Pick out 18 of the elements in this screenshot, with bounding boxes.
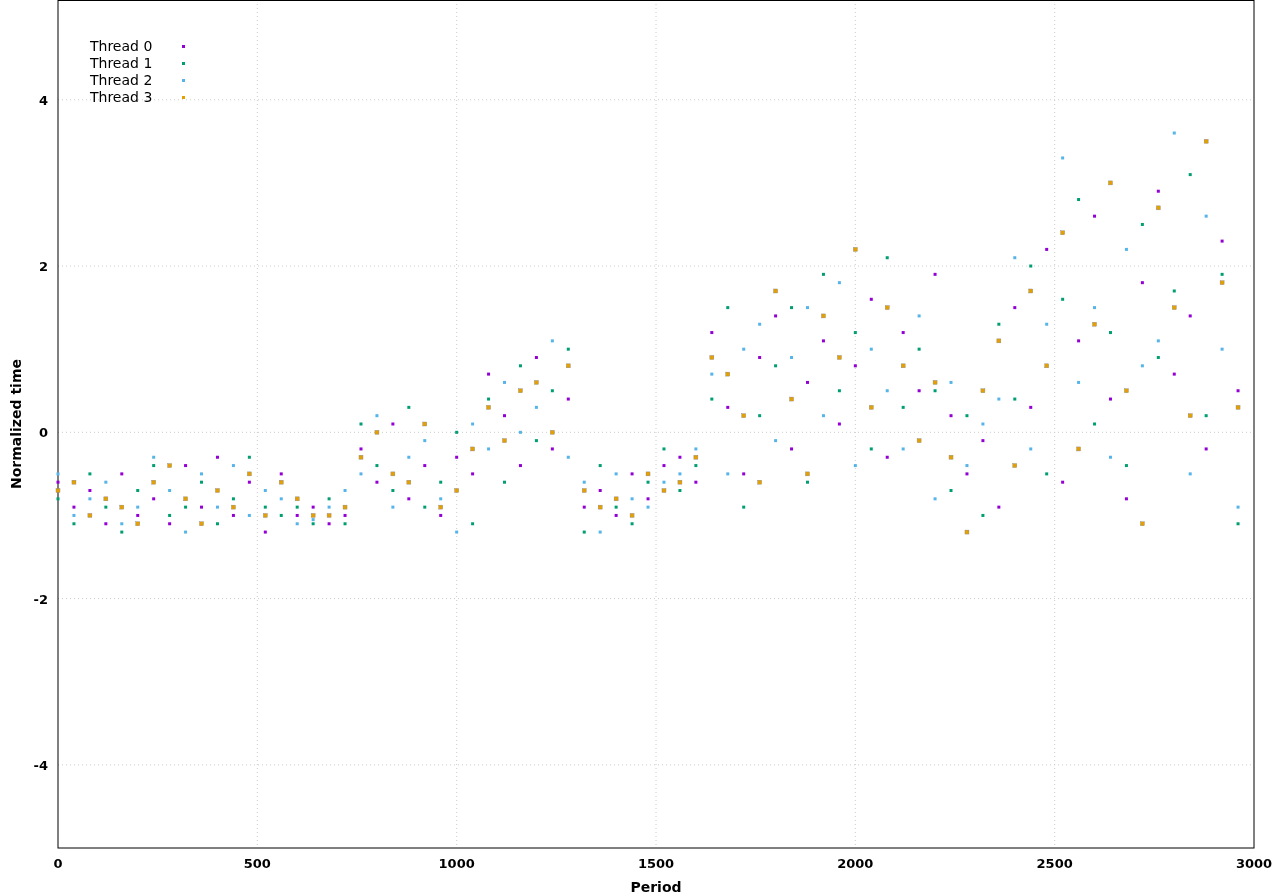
legend-label: Thread 3 (90, 89, 153, 105)
legend-label: Thread 0 (90, 38, 153, 54)
y-tick-label: 0 (38, 425, 48, 441)
x-tick-label: 0 (53, 856, 63, 871)
y-tick-label: 4 (38, 92, 48, 108)
legend-label: Thread 2 (90, 72, 153, 88)
x-tick-label: 3000 (1235, 856, 1273, 871)
legend-label: Thread 1 (90, 55, 153, 71)
y-tick-label: -2 (33, 591, 48, 607)
y-axis-title: Normalized time (8, 359, 24, 489)
x-tick-label: 1000 (438, 856, 475, 871)
y-tick-label: 2 (38, 259, 48, 275)
x-axis-title: Period (630, 879, 682, 895)
x-tick-label: 500 (243, 856, 271, 871)
y-tick-label: -4 (33, 757, 48, 773)
x-tick-label: 1500 (637, 856, 675, 871)
x-tick-label: 2000 (837, 856, 874, 871)
x-tick-label: 2500 (1036, 856, 1073, 871)
